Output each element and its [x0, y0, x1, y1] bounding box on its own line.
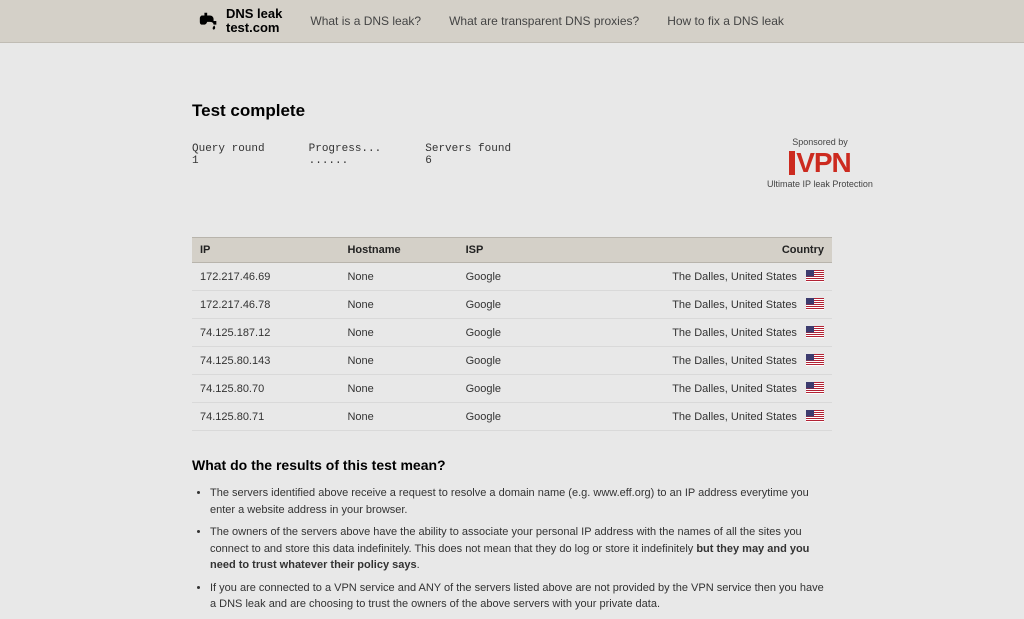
cell-hostname: None [339, 347, 457, 375]
col-hostname: Hostname [339, 238, 457, 263]
col-isp: ISP [458, 238, 546, 263]
servers-value: 6 [425, 155, 432, 167]
us-flag-icon [806, 270, 824, 282]
cell-isp: Google [458, 319, 546, 347]
col-country: Country [545, 238, 832, 263]
top-nav: DNS leak test.com What is a DNS leak? Wh… [0, 0, 1024, 43]
cell-hostname: None [339, 291, 457, 319]
table-row: 74.125.80.71NoneGoogleThe Dalles, United… [192, 403, 832, 431]
progress-value: ...... [309, 155, 349, 167]
explain-point-3: If you are connected to a VPN service an… [210, 580, 832, 613]
cell-ip: 74.125.80.143 [192, 347, 339, 375]
results-table: IP Hostname ISP Country 172.217.46.69Non… [192, 237, 832, 431]
explain-heading: What do the results of this test mean? [192, 457, 832, 473]
nav-transparent-proxies[interactable]: What are transparent DNS proxies? [449, 14, 639, 28]
cell-ip: 74.125.80.71 [192, 403, 339, 431]
cell-isp: Google [458, 291, 546, 319]
faucet-icon [198, 10, 220, 32]
cell-location: The Dalles, United States [545, 347, 832, 375]
cell-location: The Dalles, United States [545, 319, 832, 347]
table-row: 74.125.187.12NoneGoogleThe Dalles, Unite… [192, 319, 832, 347]
nav-how-to-fix[interactable]: How to fix a DNS leak [667, 14, 784, 28]
site-logo[interactable]: DNS leak test.com [198, 7, 282, 34]
cell-hostname: None [339, 319, 457, 347]
explain-list: The servers identified above receive a r… [210, 485, 832, 613]
explain-point-2: The owners of the servers above have the… [210, 524, 832, 574]
cell-ip: 74.125.187.12 [192, 319, 339, 347]
cell-ip: 172.217.46.78 [192, 291, 339, 319]
page-title: Test complete [192, 101, 832, 121]
col-ip: IP [192, 238, 339, 263]
table-row: 172.217.46.69NoneGoogleThe Dalles, Unite… [192, 263, 832, 291]
cell-isp: Google [458, 263, 546, 291]
query-meta: Query round 1 Progress... ...... Servers… [192, 143, 832, 167]
cell-ip: 74.125.80.70 [192, 375, 339, 403]
cell-hostname: None [339, 403, 457, 431]
table-row: 74.125.80.143NoneGoogleThe Dalles, Unite… [192, 347, 832, 375]
us-flag-icon [806, 382, 824, 394]
table-row: 172.217.46.78NoneGoogleThe Dalles, Unite… [192, 291, 832, 319]
cell-location: The Dalles, United States [545, 291, 832, 319]
cell-isp: Google [458, 347, 546, 375]
servers-label: Servers found [425, 143, 511, 155]
cell-hostname: None [339, 375, 457, 403]
cell-isp: Google [458, 375, 546, 403]
table-row: 74.125.80.70NoneGoogleThe Dalles, United… [192, 375, 832, 403]
sponsor-logo: VPN [750, 149, 890, 177]
explain-point-1: The servers identified above receive a r… [210, 485, 832, 518]
sponsor-tagline: Ultimate IP leak Protection [750, 179, 890, 189]
logo-line1: DNS leak [226, 7, 282, 21]
cell-location: The Dalles, United States [545, 403, 832, 431]
us-flag-icon [806, 298, 824, 310]
round-value: 1 [192, 155, 199, 167]
cell-isp: Google [458, 403, 546, 431]
sponsor-pre: Sponsored by [750, 137, 890, 147]
cell-location: The Dalles, United States [545, 263, 832, 291]
cell-ip: 172.217.46.69 [192, 263, 339, 291]
logo-line2: test.com [226, 21, 282, 35]
us-flag-icon [806, 326, 824, 338]
progress-label: Progress... [309, 143, 382, 155]
nav-what-is[interactable]: What is a DNS leak? [310, 14, 421, 28]
cell-hostname: None [339, 263, 457, 291]
cell-location: The Dalles, United States [545, 375, 832, 403]
us-flag-icon [806, 410, 824, 422]
us-flag-icon [806, 354, 824, 366]
sponsor-box[interactable]: Sponsored by VPN Ultimate IP leak Protec… [750, 137, 890, 189]
round-label: Query round [192, 143, 265, 155]
